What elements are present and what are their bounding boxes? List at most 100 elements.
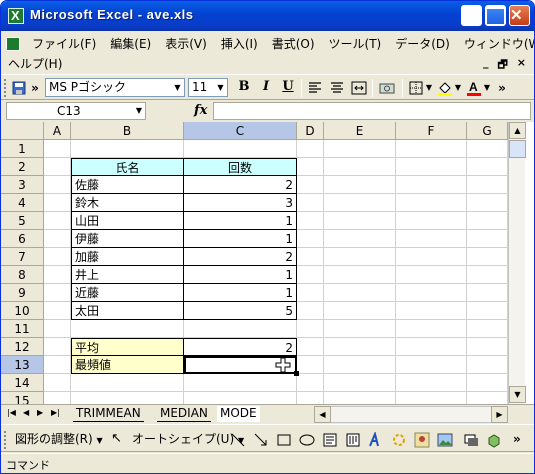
table-cell-count[interactable]: 2 (184, 248, 297, 266)
table-cell-name[interactable]: 山田 (71, 212, 184, 230)
merge-center-icon[interactable] (351, 79, 367, 97)
cell-e9[interactable] (324, 284, 396, 302)
cell-g6[interactable] (467, 230, 508, 248)
menu-format[interactable]: 書式(O) (265, 36, 322, 52)
row-header-6[interactable]: 6 (1, 230, 44, 248)
cell-d3[interactable] (297, 176, 324, 194)
cell-g4[interactable] (467, 194, 508, 212)
cell-d15[interactable] (297, 392, 324, 404)
cell-d6[interactable] (297, 230, 324, 248)
table-cell-name[interactable]: 佐藤 (71, 176, 184, 194)
cell-d2[interactable] (297, 158, 324, 176)
insert-function-icon[interactable]: fx (194, 103, 207, 118)
row-header-2[interactable]: 2 (1, 158, 44, 176)
cell-f3[interactable] (396, 176, 467, 194)
select-pointer-icon[interactable]: ↖ (111, 431, 122, 447)
mode-label-cell[interactable]: 最頻値 (71, 356, 184, 374)
cell-g8[interactable] (467, 266, 508, 284)
menu-view[interactable]: 表示(V) (158, 36, 214, 52)
cell-d8[interactable] (297, 266, 324, 284)
scroll-left-icon[interactable]: ◀ (314, 406, 331, 423)
horizontal-scrollbar[interactable]: ◀ ▶ (314, 406, 508, 423)
average-label-cell[interactable]: 平均 (71, 338, 184, 356)
cell-d10[interactable] (297, 302, 324, 320)
cell-g10[interactable] (467, 302, 508, 320)
menu-edit[interactable]: 編集(E) (103, 36, 158, 52)
table-cell-count[interactable]: 1 (184, 212, 297, 230)
table-cell-count[interactable]: 1 (184, 284, 297, 302)
scroll-thumb[interactable] (509, 140, 526, 158)
cell-g7[interactable] (467, 248, 508, 266)
cell-c15[interactable] (184, 392, 297, 404)
underline-button[interactable]: U (280, 79, 296, 97)
chevron-down-icon[interactable]: ▼ (483, 79, 491, 97)
cell-e15[interactable] (324, 392, 396, 404)
rectangle-icon[interactable] (276, 432, 292, 448)
cell-b1[interactable] (71, 140, 184, 158)
doc-minimize-button[interactable]: _ (483, 56, 489, 75)
doc-close-button[interactable]: × (517, 56, 526, 75)
wordart-icon[interactable] (368, 432, 384, 448)
column-header-d[interactable]: D (297, 122, 324, 140)
maximize-button[interactable] (485, 5, 506, 26)
cell-e4[interactable] (324, 194, 396, 212)
cell-g13[interactable] (467, 356, 508, 374)
cell-f7[interactable] (396, 248, 467, 266)
name-box[interactable]: C13 ▼ (6, 102, 146, 120)
cell-d13[interactable] (297, 356, 324, 374)
cell-d5[interactable] (297, 212, 324, 230)
row-header-9[interactable]: 9 (1, 284, 44, 302)
fill-handle[interactable] (294, 371, 299, 376)
cell-g3[interactable] (467, 176, 508, 194)
column-header-c[interactable]: C (184, 122, 297, 140)
oval-icon[interactable] (299, 432, 315, 448)
italic-button[interactable]: I (258, 79, 274, 97)
column-header-f[interactable]: F (396, 122, 467, 140)
cell-e5[interactable] (324, 212, 396, 230)
cell-f11[interactable] (396, 320, 467, 338)
cell-g5[interactable] (467, 212, 508, 230)
select-all-corner[interactable] (1, 122, 44, 140)
fill-color-icon[interactable] (437, 79, 453, 97)
cell-f8[interactable] (396, 266, 467, 284)
table-cell-count[interactable]: 5 (184, 302, 297, 320)
cell-a14[interactable] (44, 374, 71, 392)
vertical-textbox-icon[interactable] (345, 432, 361, 448)
cell-g15[interactable] (467, 392, 508, 404)
menu-window[interactable]: ウィンドウ(W) (457, 36, 534, 52)
cell-a4[interactable] (44, 194, 71, 212)
average-value-cell[interactable]: 2 (184, 338, 297, 356)
cell-g11[interactable] (467, 320, 508, 338)
close-button[interactable]: ✕ (509, 5, 530, 26)
title-bar[interactable]: Microsoft Excel - ave.xls ✕ (1, 1, 534, 31)
cell-f14[interactable] (396, 374, 467, 392)
cell-a2[interactable] (44, 158, 71, 176)
clipart-icon[interactable] (414, 432, 430, 448)
sheet-tab-mode[interactable]: MODE (217, 406, 260, 422)
cell-a12[interactable] (44, 338, 71, 356)
cell-a1[interactable] (44, 140, 71, 158)
toolbar-grip[interactable] (4, 79, 7, 97)
table-cell-name[interactable]: 太田 (71, 302, 184, 320)
cell-g2[interactable] (467, 158, 508, 176)
align-left-icon[interactable] (307, 79, 323, 97)
cell-d1[interactable] (297, 140, 324, 158)
shadow-icon[interactable] (463, 432, 479, 448)
cell-a5[interactable] (44, 212, 71, 230)
cell-a8[interactable] (44, 266, 71, 284)
table-cell-name[interactable]: 伊藤 (71, 230, 184, 248)
align-center-icon[interactable] (329, 79, 345, 97)
cell-g9[interactable] (467, 284, 508, 302)
cell-d12[interactable] (297, 338, 324, 356)
cell-c14[interactable] (184, 374, 297, 392)
save-icon[interactable] (11, 79, 27, 97)
column-header-e[interactable]: E (324, 122, 396, 140)
table-cell-count[interactable]: 3 (184, 194, 297, 212)
toolbar-more-icon[interactable]: » (29, 79, 41, 97)
cell-e14[interactable] (324, 374, 396, 392)
cell-c11[interactable] (184, 320, 297, 338)
row-header-15[interactable]: 15 (1, 392, 44, 404)
formula-input[interactable] (213, 102, 531, 120)
cell-a6[interactable] (44, 230, 71, 248)
cell-c1[interactable] (184, 140, 297, 158)
